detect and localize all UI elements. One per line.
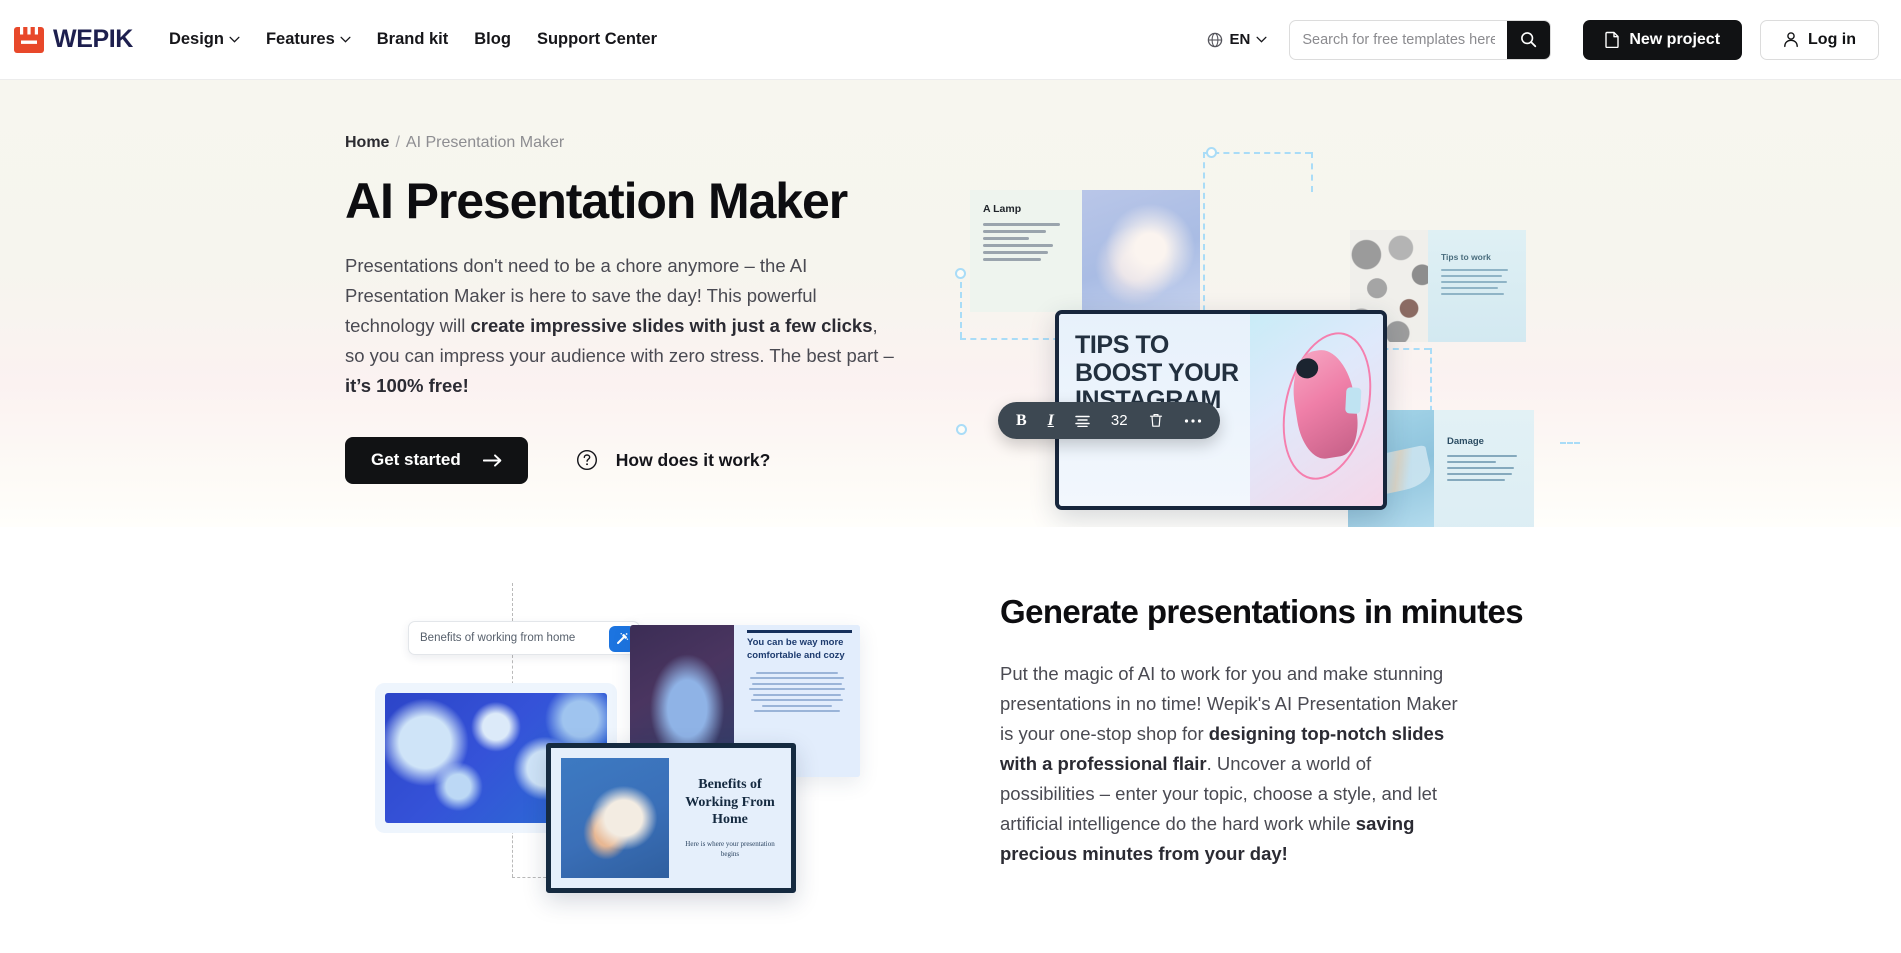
benefits-card-subtitle: Here is where your presentation begins [685, 839, 775, 859]
lamp-card-text: A Lamp [970, 190, 1082, 312]
guide-node [956, 424, 967, 435]
globe-icon [1208, 32, 1223, 47]
tips-card-title: Tips to work [1441, 252, 1491, 262]
section2-title: Generate presentations in minutes [1000, 593, 1524, 630]
language-selector[interactable]: EN [1207, 31, 1267, 48]
section2-text: Generate presentations in minutes Put th… [1000, 583, 1901, 869]
lamp-card-title: A Lamp [983, 203, 1022, 215]
header-actions: EN New project [1207, 19, 1879, 60]
nav-item-design[interactable]: Design [169, 30, 240, 49]
guide-node [1206, 147, 1217, 158]
breadcrumb: Home / AI Presentation Maker [345, 134, 1901, 152]
selected-slide-image [1250, 314, 1383, 506]
nav-item-features[interactable]: Features [266, 30, 351, 49]
guide-line-vertical [512, 583, 513, 621]
site-header: WEPIK Design Features Brand kit Blog Sup… [0, 0, 1901, 80]
prompt-input-value: Benefits of working from home [420, 632, 576, 644]
get-started-label: Get started [371, 450, 461, 470]
nav-item-brand-kit[interactable]: Brand kit [377, 30, 449, 49]
slide-card-damage: Damage [1434, 410, 1534, 527]
guide-node [955, 268, 966, 279]
logo-wordmark: WEPIK [53, 25, 133, 53]
nav-label: Design [168, 30, 224, 48]
align-center-icon [1075, 415, 1090, 427]
how-does-it-work-link[interactable]: How does it work? [576, 449, 771, 471]
hero-illustration: A Lamp Tips to work Damage TIPS TO BOOST… [955, 147, 1580, 527]
benefits-card-body: Benefits of Working From Home Here is wh… [669, 748, 791, 888]
hero-content: Home / AI Presentation Maker AI Presenta… [0, 80, 1901, 527]
handshake-card-title: You can be way more comfortable and cozy [747, 637, 845, 661]
chevron-down-icon [1256, 36, 1267, 43]
slide-card-lamp: A Lamp [970, 190, 1200, 312]
damage-card-title: Damage [1447, 436, 1484, 447]
login-button[interactable]: Log in [1760, 19, 1879, 60]
file-icon [1605, 31, 1620, 48]
font-size-value[interactable]: 32 [1111, 412, 1128, 429]
wepik-logo-icon [14, 26, 44, 53]
lamp-card-image [1082, 190, 1200, 312]
nav-label: Features [265, 30, 335, 48]
breadcrumb-home[interactable]: Home [345, 134, 389, 152]
chevron-down-icon [340, 36, 351, 43]
guide-line-vertical [512, 821, 513, 877]
language-label: EN [1229, 31, 1251, 48]
damage-card-body-lines [1447, 455, 1521, 481]
italic-button[interactable]: I [1048, 412, 1054, 430]
search-input[interactable] [1290, 20, 1508, 59]
magic-wand-icon [617, 633, 629, 644]
arrow-right-icon [482, 454, 502, 467]
breadcrumb-current: AI Presentation Maker [405, 134, 565, 151]
search-box [1289, 19, 1552, 60]
login-label: Log in [1808, 30, 1856, 48]
delete-icon [1149, 414, 1162, 427]
user-icon [1784, 32, 1798, 48]
bold-button[interactable]: B [1016, 412, 1027, 430]
search-button[interactable] [1507, 20, 1551, 59]
guide-line-horizontal [1560, 442, 1580, 444]
slide-card-benefits: Benefits of Working From Home Here is wh… [546, 743, 796, 893]
nav-label: Blog [474, 30, 511, 48]
how-does-it-work-label: How does it work? [615, 449, 771, 470]
ellipsis-icon [1184, 418, 1201, 423]
hero-desc-bold1: create impressive slides with just a few… [470, 314, 873, 336]
guide-line-vertical [960, 272, 962, 338]
lamp-card-body-lines [983, 223, 1071, 261]
benefits-card-image [561, 758, 669, 878]
nav-label: Support Center [536, 30, 658, 48]
new-project-button[interactable]: New project [1583, 19, 1743, 60]
editor-toolbar: B I 32 [998, 402, 1220, 439]
nav-label: Brand kit [376, 30, 449, 48]
more-options-icon[interactable] [1184, 418, 1202, 424]
hero-description: Presentations don't need to be a chore a… [345, 251, 901, 401]
hero-section: Home / AI Presentation Maker AI Presenta… [0, 80, 1901, 527]
guide-line-vertical [1311, 152, 1313, 192]
nav-item-blog[interactable]: Blog [474, 30, 511, 49]
prompt-input-box[interactable]: Benefits of working from home [408, 621, 640, 655]
tips-card-body-lines [1441, 269, 1514, 295]
hero-desc-bold2: it’s 100% free! [345, 374, 469, 396]
guide-line-vertical [512, 655, 513, 695]
guide-line-horizontal [1203, 152, 1311, 154]
slide-card-tips: Tips to work [1428, 230, 1526, 342]
generate-presentations-section: Benefits of working from home You can be… [0, 527, 1901, 913]
handshake-card-body-lines [747, 671, 847, 713]
new-project-label: New project [1629, 30, 1721, 48]
main-nav: Design Features Brand kit Blog Support C… [169, 30, 657, 49]
section2-description: Put the magic of AI to work for you and … [1000, 659, 1470, 869]
get-started-button[interactable]: Get started [345, 436, 528, 484]
benefits-card-title: Benefits of Working From Home [685, 777, 775, 828]
section2-illustration: Benefits of working from home You can be… [0, 583, 1000, 913]
search-icon [1521, 32, 1537, 48]
trash-icon[interactable] [1149, 413, 1163, 428]
breadcrumb-separator: / [395, 134, 400, 151]
question-circle-icon [576, 450, 597, 471]
align-icon[interactable] [1075, 415, 1090, 427]
chevron-down-icon [229, 36, 240, 43]
logo[interactable]: WEPIK [14, 25, 133, 55]
nav-item-support-center[interactable]: Support Center [537, 30, 657, 49]
